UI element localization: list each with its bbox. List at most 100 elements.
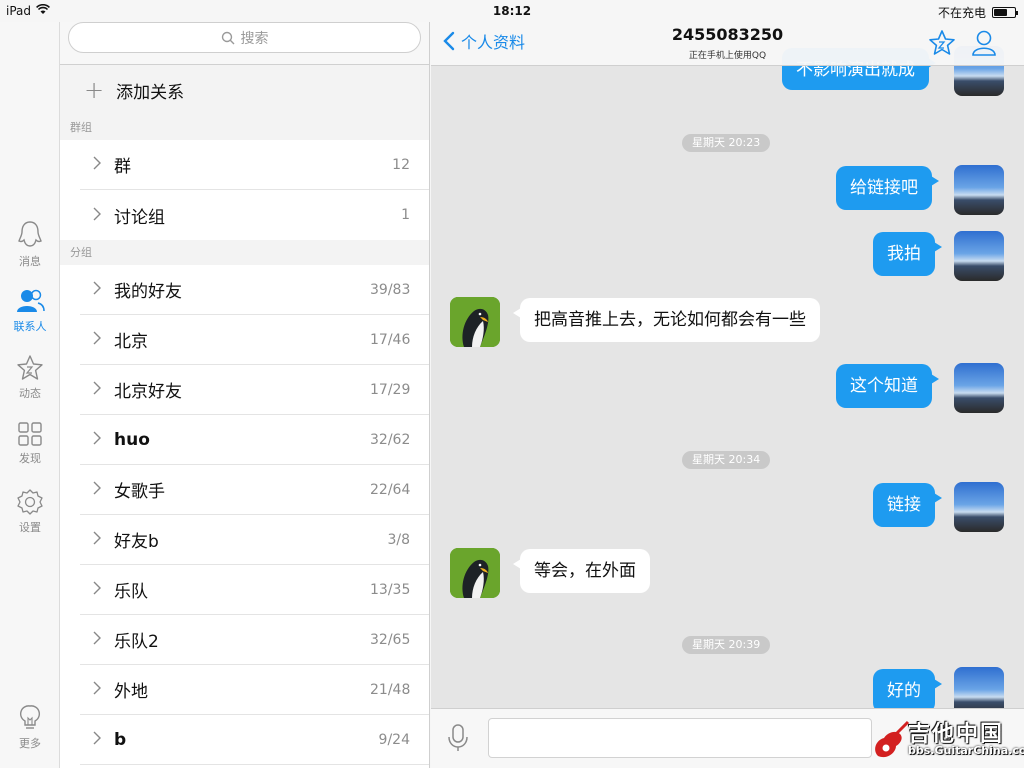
- status-bar: iPad 18:12 不在充电: [0, 0, 1024, 22]
- group-name: 讨论组: [114, 207, 165, 228]
- category-name: 北京好友: [114, 382, 182, 402]
- contacts-panel: 搜索 + 添加关系 群组 群 12 讨论组 1 分组 我的好友 39/83 北京…: [60, 22, 430, 768]
- contact-group-row[interactable]: 群 12: [80, 140, 429, 190]
- contact-category-row[interactable]: 北京 17/46: [80, 315, 429, 365]
- qq-ipad-app: iPad 18:12 不在充电 消息 联系人 动态 发现 设置 更多 搜索 + …: [0, 0, 1024, 768]
- search-bar: 搜索: [60, 22, 429, 65]
- battery-level: [994, 9, 1007, 16]
- category-name: 好友b: [114, 532, 159, 552]
- chevron-right-icon: [80, 430, 114, 449]
- category-count: 3/8: [387, 531, 410, 548]
- categories-section-label: 分组: [60, 240, 429, 265]
- chat-panel: 个人资料 2455083250 正在手机上使用QQ 不影响演出就成 星期天 20…: [431, 22, 1024, 768]
- chevron-right-icon: [80, 330, 114, 349]
- category-name: 我的好友: [114, 282, 182, 302]
- tab-discover[interactable]: 发现: [0, 421, 60, 466]
- category-name: 北京: [114, 332, 148, 352]
- tab-contacts[interactable]: 联系人: [0, 287, 60, 334]
- timestamp-pill: 星期天 20:39: [682, 636, 771, 654]
- category-count: 17/46: [370, 331, 411, 348]
- chat-header: 个人资料 2455083250 正在手机上使用QQ: [431, 22, 1024, 66]
- group-name: 群: [114, 157, 131, 177]
- avatar[interactable]: [450, 297, 500, 347]
- status-time: 18:12: [492, 4, 532, 18]
- contact-category-row[interactable]: huo 32/62: [80, 415, 429, 465]
- contact-category-row[interactable]: 好友b 3/8: [80, 515, 429, 565]
- category-count: 21/48: [370, 681, 411, 698]
- category-count: 13/35: [370, 581, 411, 598]
- add-contact-button[interactable]: + 添加关系: [60, 65, 429, 115]
- message-bubble-outgoing[interactable]: 给链接吧: [836, 166, 939, 210]
- category-name: huo: [114, 429, 150, 450]
- plus-icon: +: [84, 76, 105, 104]
- tab-label: 联系人: [13, 320, 47, 333]
- tab-feed[interactable]: 动态: [0, 354, 60, 401]
- message-bubble-outgoing[interactable]: 这个知道: [836, 364, 939, 408]
- groups-section-label: 群组: [60, 115, 429, 140]
- contact-category-row[interactable]: 外地 21/48: [80, 665, 429, 715]
- avatar[interactable]: [954, 165, 1004, 215]
- contact-category-row[interactable]: 乐队 13/35: [80, 565, 429, 615]
- search-icon: [221, 31, 234, 44]
- chevron-right-icon: [80, 380, 114, 399]
- contact-category-row[interactable]: 北京好友 17/29: [80, 365, 429, 415]
- category-count: 9/24: [378, 731, 410, 748]
- tab-label: 设置: [19, 521, 41, 534]
- microphone-icon[interactable]: [447, 723, 469, 757]
- contact-category-row[interactable]: 女歌手 22/64: [80, 465, 429, 515]
- chevron-right-icon: [80, 480, 114, 499]
- message-bubble-outgoing[interactable]: 我拍: [873, 232, 942, 276]
- tab-more[interactable]: 更多: [0, 704, 60, 751]
- tab-messages[interactable]: 消息: [0, 220, 60, 269]
- category-count: 32/65: [370, 631, 411, 648]
- message-bubble-outgoing[interactable]: 链接: [873, 483, 942, 527]
- category-count: 22/64: [370, 481, 411, 498]
- favorite-star-icon[interactable]: [928, 29, 956, 61]
- search-input[interactable]: 搜索: [68, 22, 421, 53]
- tab-rail: 消息 联系人 动态 发现 设置 更多: [0, 22, 60, 768]
- message-bubble-outgoing[interactable]: 好的: [873, 669, 942, 713]
- timestamp-pill: 星期天 20:34: [682, 451, 771, 469]
- charge-status: 不在充电: [937, 6, 986, 20]
- message-input[interactable]: [488, 718, 872, 758]
- timestamp-pill: 星期天 20:23: [682, 134, 771, 152]
- gear-icon: [17, 489, 43, 515]
- tab-label: 消息: [19, 255, 41, 268]
- chevron-right-icon: [80, 580, 114, 599]
- profile-icon[interactable]: [971, 29, 997, 61]
- penguin-avatar-icon: [450, 548, 500, 598]
- avatar[interactable]: [450, 548, 500, 598]
- contact-category-row[interactable]: 我的好友 39/83: [80, 265, 429, 315]
- chevron-right-icon: [80, 280, 114, 299]
- avatar[interactable]: [954, 482, 1004, 532]
- chevron-right-icon: [80, 530, 114, 549]
- search-placeholder: 搜索: [240, 30, 269, 47]
- guitar-logo-icon: [875, 720, 910, 758]
- chevron-right-icon: [80, 730, 114, 749]
- category-name: b: [114, 729, 127, 750]
- avatar[interactable]: [954, 231, 1004, 281]
- contact-group-row[interactable]: 讨论组 1: [80, 190, 429, 240]
- chevron-right-icon: [80, 206, 114, 225]
- star-icon: [17, 355, 43, 380]
- battery-icon: [992, 7, 1018, 18]
- category-count: 17/29: [370, 381, 411, 398]
- penguin-avatar-icon: [450, 297, 500, 347]
- contact-category-row[interactable]: 乐队2 32/65: [80, 615, 429, 665]
- chevron-right-icon: [80, 630, 114, 649]
- tab-settings[interactable]: 设置: [0, 488, 60, 535]
- message-bubble-incoming[interactable]: 等会，在外面: [513, 549, 650, 593]
- group-count: 12: [392, 156, 410, 173]
- category-count: 32/62: [370, 431, 411, 448]
- category-name: 外地: [114, 682, 148, 702]
- contact-category-row[interactable]: b 9/24: [80, 715, 429, 765]
- message-penguin-icon: [18, 221, 42, 247]
- tab-label: 动态: [19, 387, 41, 400]
- watermark-url: bbs.GuitarChina.com: [908, 744, 1024, 757]
- chevron-right-icon: [80, 680, 114, 699]
- avatar[interactable]: [954, 363, 1004, 413]
- contacts-icon: [17, 289, 45, 312]
- message-bubble-incoming[interactable]: 把高音推上去，无论如何都会有一些: [513, 298, 820, 342]
- add-contact-label: 添加关系: [116, 82, 185, 103]
- site-watermark: 吉他中国 bbs.GuitarChina.com: [870, 716, 1024, 764]
